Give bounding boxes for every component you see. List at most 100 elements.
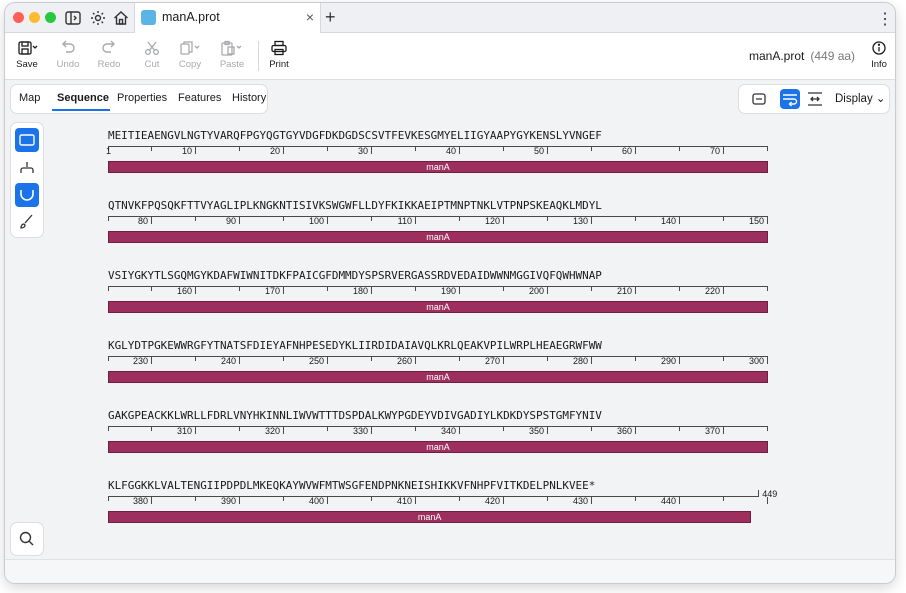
sequence-row[interactable]: VSIYGKYTLSGQMGYKDAFWIWNITDKFPAICGFDMMDYS… [108, 269, 768, 331]
redo-button[interactable]: Redo [89, 37, 129, 75]
ruler-tick [679, 147, 680, 151]
ruler-tick [503, 287, 504, 291]
ruler-tick [635, 147, 636, 154]
print-button[interactable]: Print [259, 37, 299, 75]
home-icon[interactable] [112, 9, 130, 27]
ruler-tick [195, 497, 196, 501]
wrap-lines-icon[interactable] [780, 89, 800, 109]
display-menu-button[interactable]: Display ⌄ [835, 91, 886, 105]
ruler-tick [679, 217, 680, 224]
ruler-tick [195, 147, 196, 154]
ruler-tick [591, 427, 592, 431]
document-tab[interactable]: manA.prot × [134, 3, 321, 33]
sequence-text[interactable]: VSIYGKYTLSGQMGYKDAFWIWNITDKFPAICGFDMMDYS… [108, 269, 602, 282]
copy-button[interactable]: Copy [170, 37, 210, 75]
ruler-tick [591, 287, 592, 291]
sidebar-toggle-icon[interactable] [64, 9, 82, 27]
window-menu-button[interactable]: ⋮ [877, 9, 893, 29]
feature-bar-mana[interactable]: manA [108, 441, 768, 453]
sequence-text[interactable]: MEITIEAENGVLNGTYVARQFPGYQGTGYVDGFDKDGDSC… [108, 129, 602, 142]
ruler-tick [415, 427, 416, 431]
ruler-tick [679, 357, 680, 364]
ruler-tick [767, 217, 768, 224]
sequence-row[interactable]: GAKGPEACKKLWRLLFDRLVNYHKINNLIWVWTTTDSPDA… [108, 409, 768, 471]
fit-width-icon[interactable] [749, 89, 769, 109]
info-button[interactable]: Info [859, 37, 895, 75]
sequence-text[interactable]: QTNVKFPQSQKFTTVYAGLIPLKNGKNTISIVKSWGWFLL… [108, 199, 602, 212]
ruler-tick [239, 357, 240, 364]
redo-label: Redo [97, 59, 121, 70]
ruler-tick [108, 427, 109, 431]
tab-properties[interactable]: Properties [117, 92, 167, 104]
redo-icon [102, 40, 115, 53]
gear-icon[interactable] [89, 9, 107, 27]
ruler-tick [415, 357, 416, 364]
ruler-label: 290 [660, 356, 676, 366]
no-wrap-icon[interactable] [805, 89, 825, 109]
sequence-text[interactable]: KGLYDTPGKEWWRGFYTNATSFDIEYAFNHPESEDYKLII… [108, 339, 602, 352]
minimize-window-button[interactable] [29, 12, 40, 23]
brush-icon[interactable] [15, 210, 39, 234]
sequence-row[interactable]: MEITIEAENGVLNGTYVARQFPGYQGTGYVDGFDKDGDSC… [106, 129, 768, 191]
close-window-button[interactable] [13, 12, 24, 23]
ruler-tick [459, 357, 460, 361]
sequence-row[interactable]: KLFGGKKLVALTENGIIPDPDLMKEQKAYWVWFMTWSGFE… [108, 479, 777, 541]
feature-bar-mana[interactable]: manA [108, 511, 752, 523]
ruler-label: 270 [484, 356, 500, 366]
feature-bar-mana[interactable]: manA [108, 161, 768, 173]
ruler-tick [547, 497, 548, 501]
position-ruler: 160 170 180 190 200 210 220 [108, 286, 768, 296]
ruler-label: 210 [616, 286, 632, 296]
ruler-tick [767, 427, 768, 431]
ruler-tick [415, 497, 416, 504]
tab-sequence[interactable]: Sequence [57, 92, 109, 104]
sequence-row[interactable]: KGLYDTPGKEWWRGFYTNATSFDIEYAFNHPESEDYKLII… [108, 339, 768, 401]
app-window: manA.prot × + ⋮ Save Undo Redo Cut Copy … [5, 3, 895, 583]
ruler-tick [459, 427, 460, 434]
sequence-row[interactable]: QTNVKFPQSQKFTTVYAGLIPLKNGKNTISIVKSWGWFLL… [108, 199, 768, 261]
ruler-tick [415, 287, 416, 291]
ruler-label: 200 [528, 286, 544, 296]
ruler-label: 380 [132, 496, 148, 506]
feature-bar-mana[interactable]: manA [108, 301, 768, 313]
sequence-text[interactable]: GAKGPEACKKLWRLLFDRLVNYHKINNLIWVWTTTDSPDA… [108, 409, 602, 422]
search-button[interactable] [11, 523, 43, 555]
tab-map[interactable]: Map [19, 92, 40, 104]
position-ruler: 80 90 100 110 120 130 140 150 [108, 216, 768, 226]
ruler-tick [459, 287, 460, 294]
rectangle-select-icon[interactable] [15, 128, 39, 152]
ruler-tick [547, 217, 548, 221]
new-tab-button[interactable]: + [325, 7, 336, 28]
ruler-label: 420 [484, 496, 500, 506]
tab-history[interactable]: History [232, 92, 266, 104]
tab-close-button[interactable]: × [306, 9, 314, 25]
ruler-tick [767, 287, 768, 291]
tab-features[interactable]: Features [178, 92, 221, 104]
paste-button[interactable]: Paste [212, 37, 252, 75]
ruler-tick [635, 427, 636, 434]
cup-tool-icon[interactable] [15, 183, 39, 207]
feature-bar-mana[interactable]: manA [108, 231, 768, 243]
feature-bar-mana[interactable]: manA [108, 371, 768, 383]
copy-icon [180, 41, 200, 55]
ruler-tick [503, 497, 504, 504]
save-button[interactable]: Save [7, 37, 47, 75]
ruler-tick [327, 427, 328, 431]
ruler-tick [195, 217, 196, 221]
branch-tool-icon[interactable] [15, 156, 39, 180]
ruler-tick [151, 427, 152, 431]
sequence-text[interactable]: KLFGGKKLVALTENGIIPDPDLMKEQKAYWVWFMTWSGFE… [108, 479, 595, 492]
ruler-label: 250 [308, 356, 324, 366]
ruler-label: 10 [181, 146, 192, 156]
ruler-tick [327, 217, 328, 224]
ruler-tick [547, 357, 548, 361]
ruler-tick [767, 357, 768, 364]
cut-button[interactable]: Cut [132, 37, 172, 75]
ruler-tick [239, 217, 240, 224]
zoom-window-button[interactable] [45, 12, 56, 23]
ruler-tick [151, 497, 152, 504]
ruler-label: 100 [308, 216, 324, 226]
ruler-tick [371, 497, 372, 501]
undo-button[interactable]: Undo [48, 37, 88, 75]
ruler-label: 130 [572, 216, 588, 226]
